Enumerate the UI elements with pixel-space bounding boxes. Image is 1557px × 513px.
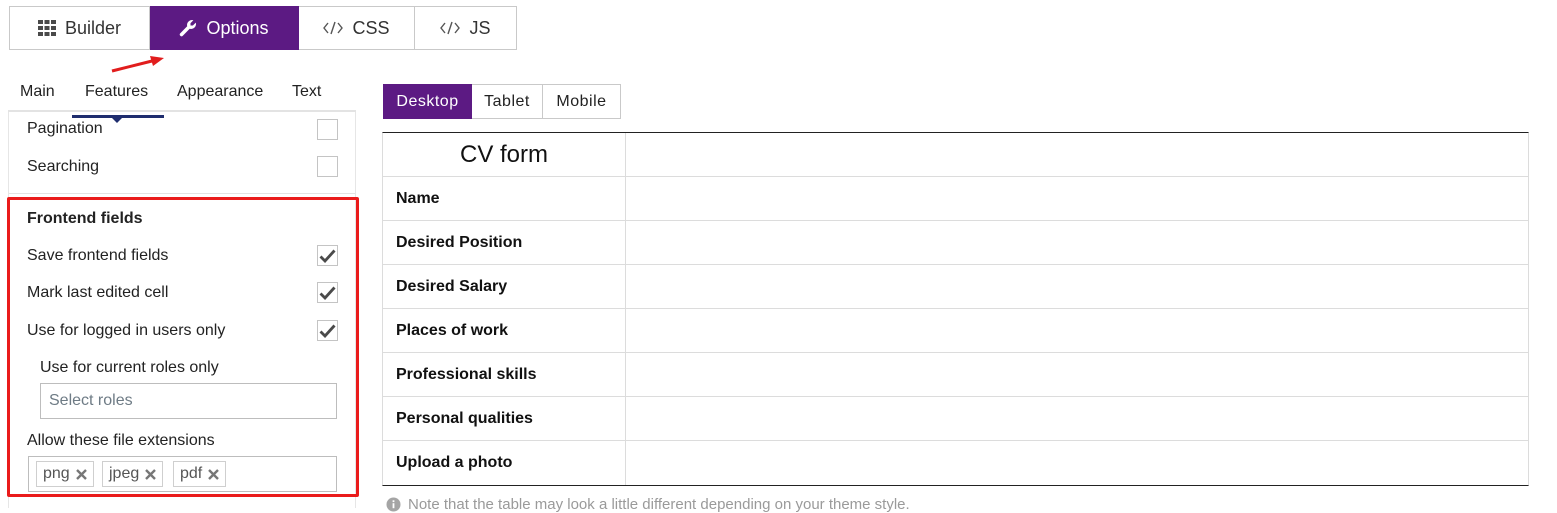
save-frontend-fields-label: Save frontend fields	[27, 247, 169, 264]
table-cell[interactable]	[626, 221, 1528, 264]
select-roles-input[interactable]	[40, 383, 337, 419]
table-row: Personal qualities	[383, 397, 1528, 441]
tab-options-label: Options	[206, 17, 269, 38]
extension-tag-label: jpeg	[109, 465, 140, 482]
file-extensions-input[interactable]: png jpeg pdf	[28, 456, 337, 492]
searching-checkbox[interactable]	[317, 156, 338, 177]
table-row-label[interactable]: Professional skills	[383, 353, 626, 396]
pagination-checkbox[interactable]	[317, 119, 338, 140]
table-row-label[interactable]: Name	[383, 177, 626, 220]
checkmark-icon	[319, 324, 336, 338]
theme-note-text: Note that the table may look a little di…	[408, 496, 910, 513]
subtab-main[interactable]: Main	[20, 83, 55, 101]
logged-in-only-label: Use for logged in users only	[27, 322, 226, 339]
logged-in-only-checkbox[interactable]	[317, 320, 338, 341]
mode-tabs: Builder Options CSS JS	[9, 6, 517, 50]
save-frontend-fields-checkbox[interactable]	[317, 245, 338, 266]
frontend-fields-title: Frontend fields	[27, 210, 143, 227]
table-row: Professional skills	[383, 353, 1528, 397]
table-preview: CV form Name Desired Position Desired Sa…	[382, 132, 1529, 486]
tab-desktop[interactable]: Desktop	[383, 84, 472, 119]
table-title-cell[interactable]: CV form	[383, 133, 626, 176]
subtab-features[interactable]: Features	[71, 83, 165, 123]
pagination-label: Pagination	[27, 120, 103, 137]
mark-last-edited-checkbox[interactable]	[317, 282, 338, 303]
info-icon	[386, 497, 401, 512]
table-cell[interactable]	[626, 397, 1528, 440]
close-icon[interactable]	[75, 468, 87, 480]
roles-label: Use for current roles only	[40, 359, 219, 376]
tab-css-label: CSS	[352, 17, 390, 38]
checkmark-icon	[319, 286, 336, 300]
extension-tag: pdf	[173, 461, 227, 487]
options-subtabs: Main Features Appearance Text	[8, 78, 356, 123]
table-header-row: CV form	[383, 133, 1528, 177]
table-row: Desired Position	[383, 221, 1528, 265]
grid-icon	[37, 20, 56, 36]
annotation-arrow-icon	[111, 56, 164, 73]
code-icon	[323, 21, 344, 35]
table-row: Desired Salary	[383, 265, 1528, 309]
table-cell[interactable]	[626, 265, 1528, 308]
theme-note: Note that the table may look a little di…	[386, 496, 910, 513]
table-row-label[interactable]: Upload a photo	[383, 441, 626, 485]
table-row-label[interactable]: Desired Position	[383, 221, 626, 264]
table-cell[interactable]	[626, 177, 1528, 220]
tab-js-label: JS	[469, 17, 491, 38]
tab-options[interactable]: Options	[150, 6, 299, 50]
tab-builder[interactable]: Builder	[9, 6, 150, 50]
section-divider	[9, 193, 355, 194]
tab-builder-label: Builder	[64, 17, 122, 38]
table-row-label[interactable]: Places of work	[383, 309, 626, 352]
tab-tablet[interactable]: Tablet	[472, 84, 543, 119]
table-row: Places of work	[383, 309, 1528, 353]
table-cell[interactable]	[626, 133, 1528, 176]
extension-tag: jpeg	[102, 461, 164, 487]
table-cell[interactable]	[626, 309, 1528, 352]
table-row: Name	[383, 177, 1528, 221]
device-tabs: Desktop Tablet Mobile	[383, 84, 621, 119]
tab-mobile[interactable]: Mobile	[543, 84, 621, 119]
subtab-text[interactable]: Text	[292, 83, 321, 101]
extension-tag-label: png	[43, 465, 70, 482]
tab-css[interactable]: CSS	[299, 6, 415, 50]
table-cell[interactable]	[626, 353, 1528, 396]
wrench-icon	[179, 19, 197, 37]
table-cell[interactable]	[626, 441, 1528, 485]
tab-js[interactable]: JS	[415, 6, 517, 50]
close-icon[interactable]	[145, 468, 157, 480]
checkmark-icon	[319, 249, 336, 263]
code-icon	[440, 21, 461, 35]
table-row-label[interactable]: Desired Salary	[383, 265, 626, 308]
mark-last-edited-label: Mark last edited cell	[27, 284, 169, 301]
subtab-appearance[interactable]: Appearance	[177, 83, 263, 101]
extension-tag-label: pdf	[180, 465, 203, 482]
table-row: Upload a photo	[383, 441, 1528, 485]
extension-tag: png	[36, 461, 94, 487]
table-row-label[interactable]: Personal qualities	[383, 397, 626, 440]
file-extensions-label: Allow these file extensions	[27, 432, 215, 449]
close-icon[interactable]	[208, 468, 220, 480]
searching-label: Searching	[27, 158, 100, 175]
highlight-box	[7, 197, 359, 497]
